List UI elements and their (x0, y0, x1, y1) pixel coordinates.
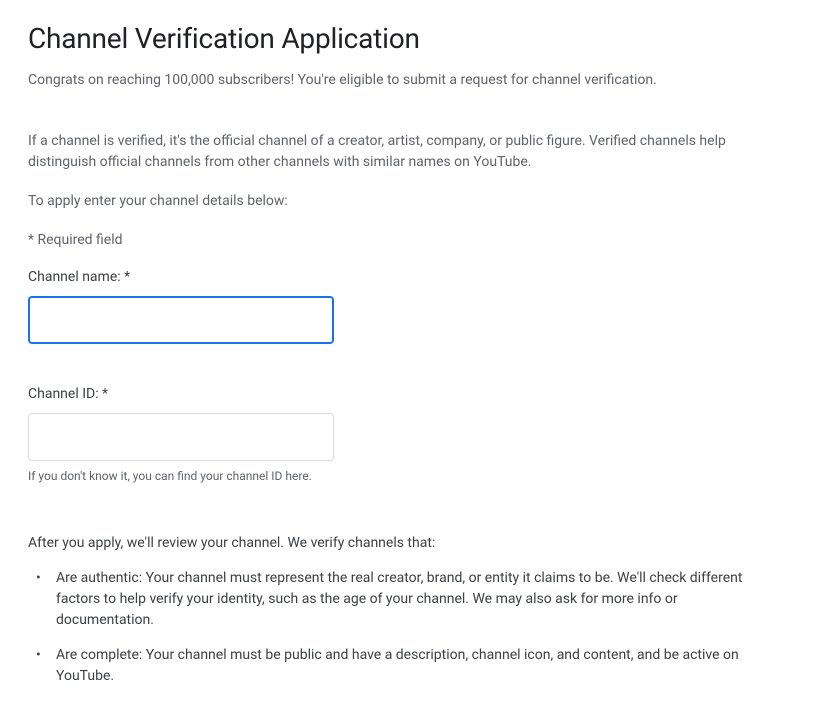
channel-id-input[interactable] (28, 413, 334, 461)
channel-id-field-group: Channel ID: * (28, 384, 788, 461)
channel-name-label: Channel name: * (28, 267, 788, 288)
description-text: If a channel is verified, it's the offic… (28, 131, 748, 173)
criteria-item: Are complete: Your channel must be publi… (46, 645, 748, 687)
channel-name-input[interactable] (28, 296, 334, 344)
page-title: Channel Verification Application (28, 18, 788, 60)
channel-id-helper: If you don't know it, you can find your … (28, 467, 788, 485)
review-intro: After you apply, we'll review your chann… (28, 533, 788, 554)
required-field-note: * Required field (28, 230, 788, 251)
apply-instruction: To apply enter your channel details belo… (28, 191, 788, 212)
criteria-item: Are authentic: Your channel must represe… (46, 568, 748, 631)
intro-text: Congrats on reaching 100,000 subscribers… (28, 70, 788, 91)
criteria-list: Are authentic: Your channel must represe… (28, 568, 748, 687)
channel-id-label: Channel ID: * (28, 384, 788, 405)
channel-name-field-group: Channel name: * (28, 267, 788, 344)
